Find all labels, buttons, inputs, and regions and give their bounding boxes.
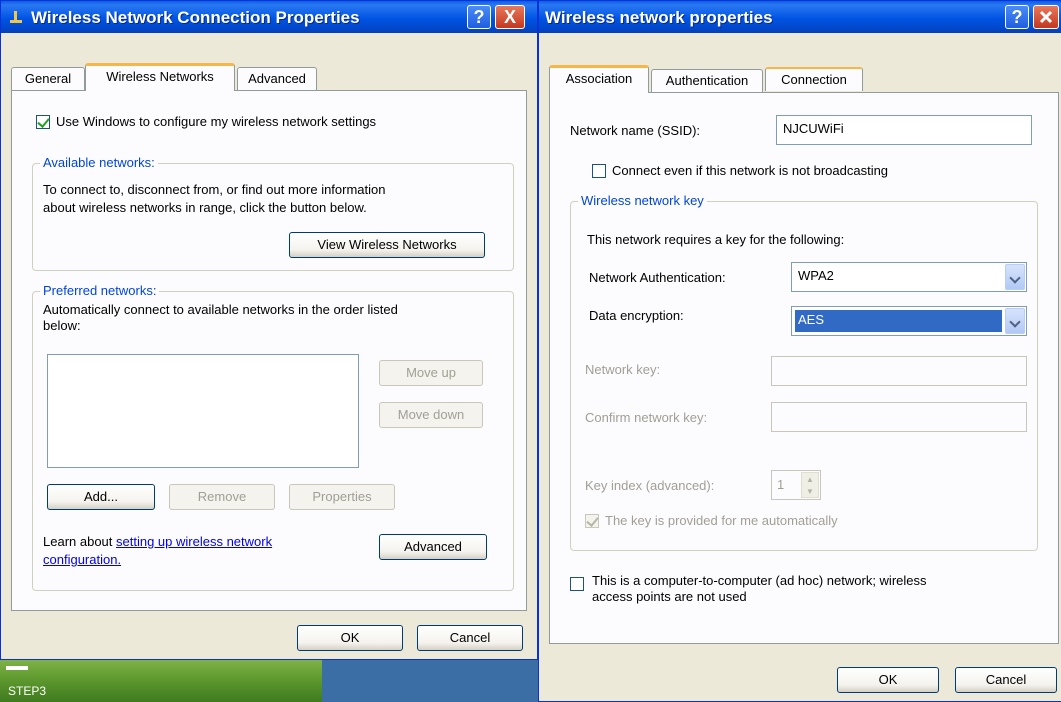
chevron-down-icon[interactable]	[1005, 308, 1025, 334]
key-index-spinner[interactable]: 1 ▲ ▼	[771, 470, 821, 500]
cancel-button[interactable]: Cancel	[417, 625, 523, 651]
data-encryption-value: AES	[795, 310, 1002, 332]
available-networks-text-1: To connect to, disconnect from, or find …	[43, 182, 386, 197]
network-authentication-label: Network Authentication:	[589, 270, 726, 285]
key-index-label: Key index (advanced):	[585, 478, 715, 493]
help-button[interactable]: ?	[467, 5, 491, 29]
window-title: Wireless network properties	[545, 8, 773, 27]
preferred-networks-text-2: below:	[43, 318, 81, 333]
add-button[interactable]: Add...	[47, 484, 155, 510]
desktop-bar	[6, 666, 28, 670]
ssid-input[interactable]: NJCUWiFi	[776, 115, 1032, 145]
learn-about-prefix: Learn about	[43, 534, 117, 549]
data-encryption-select[interactable]: AES	[791, 306, 1027, 336]
spin-down-icon: ▼	[806, 487, 814, 496]
available-networks-group: Available networks: To connect to, disco…	[32, 155, 514, 271]
preferred-networks-group: Preferred networks: Automatically connec…	[32, 283, 514, 591]
remove-button[interactable]: Remove	[169, 484, 275, 510]
move-up-button[interactable]: Move up	[379, 360, 483, 386]
preferred-networks-legend: Preferred networks:	[40, 283, 160, 298]
requires-key-text: This network requires a key for the foll…	[587, 232, 845, 247]
view-wireless-networks-button[interactable]: View Wireless Networks	[289, 232, 485, 258]
wireless-network-key-group: Wireless network key This network requir…	[570, 193, 1038, 551]
cancel-button[interactable]: Cancel	[955, 667, 1057, 693]
preferred-networks-text-1: Automatically connect to available netwo…	[43, 302, 398, 317]
network-authentication-value: WPA2	[798, 268, 834, 283]
title-bar[interactable]: Wireless network properties ?	[539, 1, 1061, 33]
wireless-network-key-legend: Wireless network key	[578, 193, 707, 208]
help-button[interactable]: ?	[1005, 5, 1029, 29]
setting-up-link[interactable]: setting up wireless network	[116, 534, 272, 549]
close-button[interactable]: X	[495, 5, 525, 29]
wireless-network-properties-window: Wireless network properties ? Associatio…	[538, 0, 1061, 702]
window-title: Wireless Network Connection Properties	[31, 8, 360, 27]
move-down-button[interactable]: Move down	[379, 402, 483, 428]
close-button[interactable]	[1033, 5, 1059, 29]
ok-button[interactable]: OK	[837, 667, 939, 693]
use-windows-checkbox[interactable]	[36, 115, 50, 129]
use-windows-label: Use Windows to configure my wireless net…	[56, 114, 377, 129]
adhoc-label-line-1: This is a computer-to-computer (ad hoc) …	[592, 573, 927, 588]
tab-general[interactable]: General	[11, 67, 85, 91]
ok-button[interactable]: OK	[297, 625, 403, 651]
learn-about-text: Learn about setting up wireless network	[43, 534, 272, 549]
tab-panel: Network name (SSID): NJCUWiFi Connect ev…	[549, 92, 1059, 644]
confirm-network-key-input[interactable]	[771, 402, 1027, 432]
key-index-value: 1	[777, 477, 785, 492]
configuration-link[interactable]: configuration.	[43, 552, 121, 567]
tab-advanced[interactable]: Advanced	[237, 67, 317, 91]
desktop-wallpaper	[0, 660, 322, 702]
adhoc-checkbox[interactable]	[570, 577, 584, 591]
network-key-label: Network key:	[585, 362, 661, 377]
tab-wireless-networks[interactable]: Wireless Networks	[85, 63, 235, 91]
network-authentication-select[interactable]: WPA2	[791, 262, 1027, 292]
preferred-networks-list[interactable]	[47, 354, 359, 468]
chevron-down-icon[interactable]	[1005, 264, 1025, 290]
advanced-button[interactable]: Advanced	[379, 534, 487, 560]
adhoc-label-line-2: access points are not used	[592, 589, 747, 604]
auto-key-label: The key is provided for me automatically	[605, 513, 838, 528]
auto-key-checkbox[interactable]	[585, 514, 599, 528]
tab-panel: Use Windows to configure my wireless net…	[11, 90, 527, 611]
title-bar[interactable]: Wireless Network Connection Properties ?…	[1, 1, 537, 33]
spin-up-icon: ▲	[806, 475, 814, 484]
broadcast-checkbox[interactable]	[592, 164, 606, 178]
available-networks-legend: Available networks:	[40, 155, 158, 170]
broadcast-label: Connect even if this network is not broa…	[612, 163, 889, 178]
network-key-input[interactable]	[771, 356, 1027, 386]
network-icon	[10, 11, 22, 23]
tab-association[interactable]: Association	[549, 65, 649, 93]
available-networks-text-2: about wireless networks in range, click …	[43, 200, 367, 215]
spinner-buttons[interactable]: ▲ ▼	[801, 472, 819, 498]
ssid-label: Network name (SSID):	[570, 123, 701, 138]
connection-properties-window: Wireless Network Connection Properties ?…	[0, 0, 538, 660]
desktop-label: STEP3	[8, 684, 47, 698]
close-icon	[1039, 10, 1053, 24]
data-encryption-label: Data encryption:	[589, 308, 684, 323]
tab-connection[interactable]: Connection	[765, 67, 863, 91]
confirm-network-key-label: Confirm network key:	[585, 410, 708, 425]
properties-button[interactable]: Properties	[289, 484, 395, 510]
tab-authentication[interactable]: Authentication	[651, 69, 763, 93]
